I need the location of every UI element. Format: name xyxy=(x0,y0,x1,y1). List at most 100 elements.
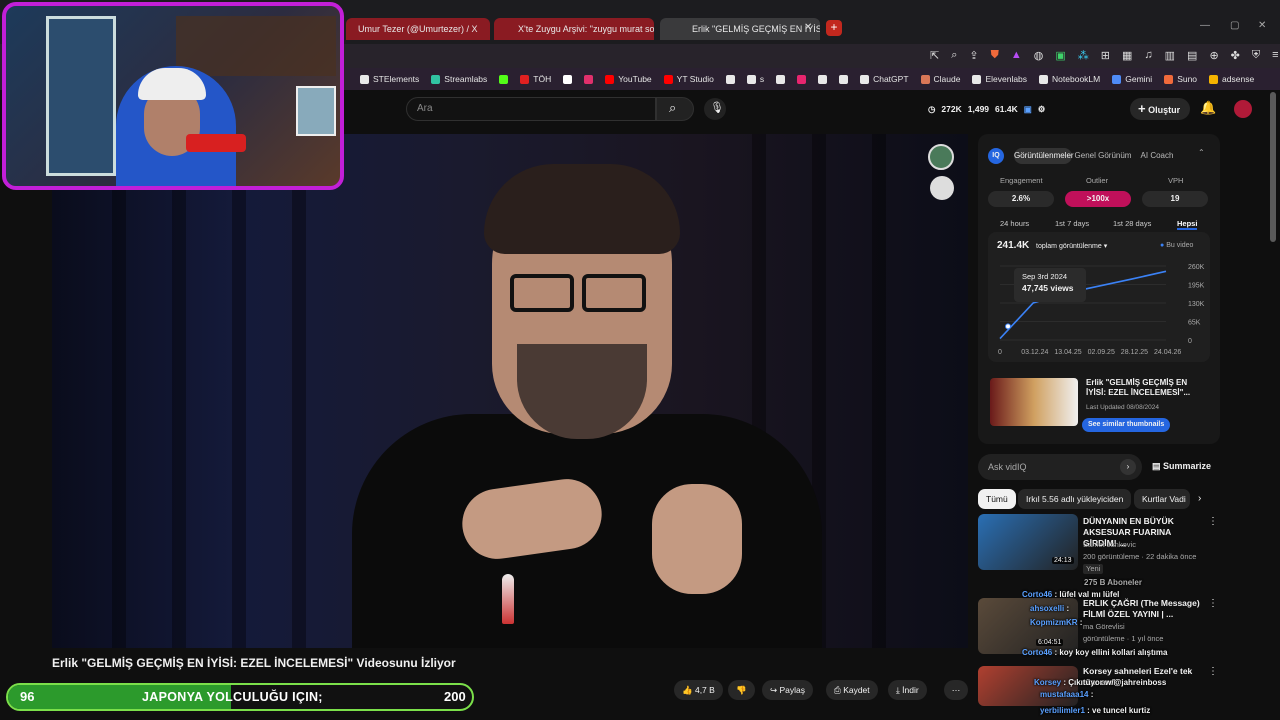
collapse-icon[interactable]: ⌃ xyxy=(1198,148,1205,157)
like-button[interactable]: 👍 4,7 B xyxy=(674,680,723,700)
bookmark-item[interactable]: s xyxy=(746,74,764,84)
bookmark-item[interactable]: Claude xyxy=(920,74,960,84)
extension-icon[interactable]: ▦ xyxy=(1122,49,1132,62)
bookmark-item[interactable] xyxy=(499,74,509,84)
thumbs-down-icon: 👎 xyxy=(736,685,747,695)
similar-thumbnails-button[interactable]: See similar thumbnails xyxy=(1082,418,1171,432)
brave-rewards-icon[interactable]: ▲ xyxy=(1011,49,1022,62)
sidebar-icon[interactable]: ▥ xyxy=(1165,49,1175,62)
range-28d[interactable]: 1st 28 days xyxy=(1113,219,1151,228)
channel-avatar[interactable] xyxy=(928,144,954,170)
vpn-icon[interactable]: ⛨ xyxy=(1252,49,1260,62)
glasses-right xyxy=(582,274,646,312)
menu-icon[interactable]: ≡ xyxy=(1272,49,1278,62)
chip-kurtlar[interactable]: Kurtlar Vadi xyxy=(1134,489,1190,509)
brave-shield-icon[interactable]: ⛊ xyxy=(991,49,999,62)
window-close-icon[interactable]: ✕ xyxy=(1258,20,1266,31)
bookmark-item[interactable]: NotebookLM xyxy=(1039,74,1100,84)
bookmark-item[interactable]: Suno xyxy=(1164,74,1197,84)
extension-icon[interactable]: ◍ xyxy=(1034,49,1044,62)
bookmark-item[interactable] xyxy=(776,74,786,84)
bookmark-icon xyxy=(520,74,530,84)
extension-icon[interactable]: ⊞ xyxy=(1101,49,1110,62)
voice-search-button[interactable]: 🎙 xyxy=(704,98,726,120)
scrollbar[interactable] xyxy=(1270,92,1276,242)
extension-icon[interactable]: ▣ xyxy=(1055,49,1065,62)
chat-username: Korsey xyxy=(1034,678,1062,687)
notifications-icon[interactable]: 🔔 xyxy=(1200,100,1216,116)
range-24h[interactable]: 24 hours xyxy=(1000,219,1029,228)
extension-icon[interactable]: ⊕ xyxy=(1209,49,1218,62)
range-7d[interactable]: 1st 7 days xyxy=(1055,219,1089,228)
tab-zuygu-arsivi[interactable]: X'te Zuygu Arşivi: "zuygu murat sone xyxy=(494,18,654,40)
close-tab-icon[interactable]: ✕ xyxy=(804,22,812,33)
bookmark-item[interactable] xyxy=(818,74,828,84)
data-point[interactable] xyxy=(1005,323,1011,330)
bookmark-item[interactable]: TÖH xyxy=(520,74,551,84)
vidiq-icon[interactable]: ▣ xyxy=(1024,104,1032,115)
maximize-icon[interactable]: ▢ xyxy=(1230,20,1239,31)
summarize-button[interactable]: ▤ Summarize xyxy=(1152,461,1211,472)
share-button[interactable]: ↪ Paylaş xyxy=(762,680,814,700)
bookmark-item[interactable] xyxy=(839,74,849,84)
chevron-right-icon[interactable]: › xyxy=(1198,493,1201,504)
chat-text: : lüfel val mı lüfel xyxy=(1052,590,1120,599)
music-icon[interactable]: ♫ xyxy=(1144,49,1152,62)
minimize-icon[interactable]: — xyxy=(1200,20,1210,31)
webcam-overlay xyxy=(2,2,344,190)
wallet-icon[interactable]: ▤ xyxy=(1187,49,1197,62)
tab-views[interactable]: Görüntülenmeler xyxy=(1014,148,1074,164)
search-input[interactable]: Ara xyxy=(406,97,656,121)
puzzle-icon[interactable]: ✤ xyxy=(1231,49,1240,62)
bookmark-item[interactable]: Streamlabs xyxy=(431,74,487,84)
create-button[interactable]: + Oluştur xyxy=(1130,98,1190,120)
bookmark-item[interactable] xyxy=(563,74,573,84)
recommendation-item[interactable]: 6:04:51 ERLIK ÇAĞRI (The Message) FİLMİ … xyxy=(978,598,1218,654)
recommendation-item[interactable]: 24:13 DÜNYANIN EN BÜYÜK AKSESUAR FUARINA… xyxy=(978,514,1218,574)
tab-erlik-video[interactable]: Erlik "GELMİŞ GEÇMİŞ EN İYİSİ xyxy=(660,18,820,40)
zoom-icon[interactable]: ⌕ xyxy=(951,49,957,62)
more-icon[interactable]: ⋮ xyxy=(1208,516,1218,527)
bookmark-item[interactable] xyxy=(584,74,594,84)
more-actions-button[interactable]: ⋯ xyxy=(944,680,968,700)
new-tab-icon[interactable]: + xyxy=(826,20,842,36)
bookmark-item[interactable]: YT Studio xyxy=(663,74,714,84)
open-in-new-icon[interactable]: ⇱ xyxy=(930,49,939,62)
summarize-label: Summarize xyxy=(1163,461,1212,471)
dislike-button[interactable]: 👎 xyxy=(728,680,755,700)
range-all[interactable]: Hepsi xyxy=(1177,219,1198,230)
settings-icon[interactable]: ⚙ xyxy=(1038,104,1046,115)
bookmark-label: Elevenlabs xyxy=(985,74,1028,84)
bookmark-item[interactable]: adsense xyxy=(1209,74,1254,84)
download-button[interactable]: ⤓ İndir xyxy=(888,680,927,700)
video-player[interactable] xyxy=(52,134,968,648)
tab-overview[interactable]: Genel Görünüm xyxy=(1074,148,1132,164)
chip-uploader[interactable]: Irkıl 5.56 adlı yükleyiciden xyxy=(1018,489,1132,509)
bookmark-item[interactable]: YouTube xyxy=(605,74,652,84)
bookmark-item[interactable]: ChatGPT xyxy=(860,74,909,84)
bookmark-item[interactable] xyxy=(725,74,735,84)
vidiq-video-card: Erlik "GELMİŞ GEÇMİŞ EN İYİSİ: EZEL İNCE… xyxy=(988,374,1210,434)
more-icon[interactable]: ⋮ xyxy=(1208,598,1218,609)
share-icon[interactable]: ⇪ xyxy=(969,49,978,62)
tab-umur-tezer[interactable]: Umur Tezer (@Umurtezer) / X xyxy=(346,18,490,40)
bookmark-label: NotebookLM xyxy=(1052,74,1101,84)
chip-all[interactable]: Tümü xyxy=(978,489,1016,509)
avatar[interactable] xyxy=(1234,100,1252,118)
sparkle-icon[interactable] xyxy=(930,176,954,200)
new-badge: Yeni xyxy=(1083,564,1104,574)
download-label: İndir xyxy=(902,685,919,695)
bookmark-item[interactable]: Gemini xyxy=(1112,74,1152,84)
tab-ai-coach[interactable]: AI Coach xyxy=(1134,148,1180,164)
bookmark-item[interactable] xyxy=(797,74,807,84)
extension-icon[interactable]: ⁂ xyxy=(1078,49,1089,62)
card-thumbnail[interactable] xyxy=(990,378,1078,426)
vidiq-logo-icon: IQ xyxy=(988,148,1004,164)
save-button[interactable]: ⎙ Kaydet xyxy=(826,680,878,700)
ask-send-icon[interactable]: › xyxy=(1120,459,1136,475)
more-icon[interactable]: ⋮ xyxy=(1208,666,1218,677)
bookmark-item[interactable]: STElements xyxy=(360,74,419,84)
search-button[interactable]: ⌕ xyxy=(656,97,694,121)
ask-vidiq-input[interactable]: Ask vidIQ xyxy=(978,454,1142,480)
bookmark-item[interactable]: Elevenlabs xyxy=(972,74,1027,84)
